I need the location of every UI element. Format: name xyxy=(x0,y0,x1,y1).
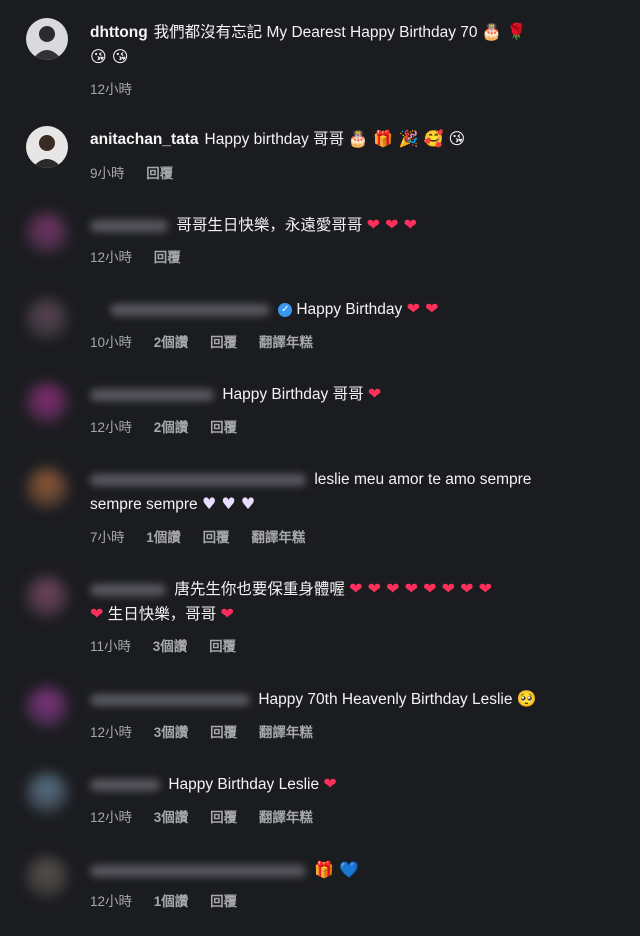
avatar[interactable] xyxy=(26,298,68,340)
translate-button[interactable]: 翻譯年糕 xyxy=(259,725,313,740)
comment-text: ✓ Happy Birthday ❤ ❤ xyxy=(90,297,620,322)
avatar[interactable] xyxy=(26,212,68,254)
like-count[interactable]: 3個讚 xyxy=(153,639,188,654)
comment-text: Happy 70th Heavenly Birthday Leslie 🥺 xyxy=(90,687,620,712)
blurred-username xyxy=(90,219,168,232)
comment-body: 唐先生你也要保重身體喔 xyxy=(174,581,345,598)
username[interactable]: anitachan_tata xyxy=(90,131,199,148)
like-count[interactable]: 3個讚 xyxy=(154,725,189,740)
timestamp: 10小時 xyxy=(90,335,133,350)
gift-icon: 🎁 💙 xyxy=(314,860,360,879)
white-heart-icon: ♥ ♥ ♥ xyxy=(202,494,256,513)
comment-body-cont: sempre sempre xyxy=(90,496,198,513)
blurred-username xyxy=(90,473,306,486)
reply-button[interactable]: 回覆 xyxy=(210,335,237,350)
comment-meta: 12小時 1個讚 回覆 xyxy=(90,890,255,910)
translate-button[interactable]: 翻譯年糕 xyxy=(251,530,305,545)
avatar[interactable] xyxy=(26,467,68,509)
like-count[interactable]: 2個讚 xyxy=(154,335,189,350)
like-count[interactable]: 3個讚 xyxy=(154,810,189,825)
avatar[interactable] xyxy=(26,126,68,168)
blurred-username xyxy=(90,864,306,877)
comment-meta: 10小時 2個讚 回覆 翻譯年糕 xyxy=(90,331,331,351)
comment-meta: 11小時 3個讚 回覆 xyxy=(90,635,254,655)
timestamp: 12小時 xyxy=(90,250,133,265)
timestamp: 7小時 xyxy=(90,530,125,545)
reply-button[interactable]: 回覆 xyxy=(210,810,237,825)
blurred-username xyxy=(90,583,166,596)
reply-button[interactable]: 回覆 xyxy=(146,166,173,181)
heart-icon: ❤ xyxy=(220,604,234,623)
comment-text: leslie meu amor te amo sempre sempre sem… xyxy=(90,468,620,517)
comment-text: Happy Birthday Leslie ❤ xyxy=(90,772,620,797)
comment-body: 我們都沒有忘記 My Dearest Happy Birthday 70 xyxy=(153,24,478,41)
blurred-username xyxy=(110,303,270,316)
reply-button[interactable]: 回覆 xyxy=(210,894,237,909)
timestamp: 12小時 xyxy=(90,894,133,909)
comment-text: 🎁 💙 xyxy=(90,858,620,883)
pleading-face-icon: 🥺 xyxy=(516,689,537,708)
timestamp: 11小時 xyxy=(90,639,132,654)
heart-icon: ❤ xyxy=(367,384,382,403)
comment-meta: 9小時 回覆 xyxy=(90,162,191,182)
avatar[interactable] xyxy=(26,18,68,60)
comment-body-cont: 生日快樂，哥哥 xyxy=(107,606,217,623)
cake-icon: 🎂 🌹 xyxy=(481,22,527,41)
heart-icon: ❤ xyxy=(90,604,104,623)
heart-icon: ❤ ❤ xyxy=(406,299,439,318)
comment-body: Happy birthday 哥哥 xyxy=(204,131,345,148)
avatar[interactable] xyxy=(26,686,68,728)
translate-button[interactable]: 翻譯年糕 xyxy=(259,335,313,350)
avatar[interactable] xyxy=(26,576,68,618)
heart-icon: ❤ ❤ ❤ xyxy=(366,215,418,234)
comment-body: Happy Birthday Leslie xyxy=(168,776,320,793)
reply-button[interactable]: 回覆 xyxy=(154,250,181,265)
timestamp: 12小時 xyxy=(90,82,133,97)
heart-icon: ❤ xyxy=(323,774,337,793)
comment-body: Happy 70th Heavenly Birthday Leslie xyxy=(258,691,513,708)
blurred-username xyxy=(90,778,160,791)
reply-button[interactable]: 回覆 xyxy=(210,725,237,740)
comment-text: 哥哥生日快樂，永遠愛哥哥 ❤ ❤ ❤ xyxy=(90,213,620,238)
heart-icon: ❤ ❤ ❤ ❤ ❤ ❤ ❤ ❤ xyxy=(349,579,492,598)
comment-body: Happy Birthday 哥哥 xyxy=(222,386,364,403)
reply-button[interactable]: 回覆 xyxy=(203,530,230,545)
comment-meta: 12小時 2個讚 回覆 xyxy=(90,416,255,436)
translate-button[interactable]: 翻譯年糕 xyxy=(259,810,313,825)
kiss-emoji-icon: 😘 😘 xyxy=(90,47,129,66)
comment-meta: 12小時 3個讚 回覆 翻譯年糕 xyxy=(90,721,331,741)
username[interactable]: dhttong xyxy=(90,24,148,41)
comment-body: 哥哥生日快樂，永遠愛哥哥 xyxy=(176,217,363,234)
timestamp: 12小時 xyxy=(90,420,133,435)
avatar[interactable] xyxy=(26,856,68,898)
blurred-username xyxy=(90,693,250,706)
comment-body: leslie meu amor te amo sempre xyxy=(314,471,532,488)
blurred-username xyxy=(90,388,214,401)
timestamp: 12小時 xyxy=(90,810,133,825)
comment-meta: 12小時 xyxy=(90,78,150,98)
comment-meta: 12小時 回覆 xyxy=(90,246,199,266)
timestamp: 12小時 xyxy=(90,725,133,740)
party-emoji-icon: 🎂 🎁 🎉 🥰 😘 xyxy=(348,129,466,148)
verified-icon: ✓ xyxy=(278,302,293,317)
comment-text: Happy Birthday 哥哥 ❤ xyxy=(90,382,620,407)
like-count[interactable]: 1個讚 xyxy=(146,530,181,545)
comment-text: 唐先生你也要保重身體喔 ❤ ❤ ❤ ❤ ❤ ❤ ❤ ❤ ❤ 生日快樂，哥哥 ❤ xyxy=(90,577,620,627)
comment-text: anitachan_tata Happy birthday 哥哥 🎂 🎁 🎉 🥰 … xyxy=(90,127,620,152)
comment-meta: 12小時 3個讚 回覆 翻譯年糕 xyxy=(90,806,331,826)
comment-text: dhttong 我們都沒有忘記 My Dearest Happy Birthday… xyxy=(90,20,620,70)
avatar[interactable] xyxy=(26,382,68,424)
reply-button[interactable]: 回覆 xyxy=(209,639,236,654)
comment-meta: 7小時 1個讚 回覆 翻譯年糕 xyxy=(90,526,323,546)
timestamp: 9小時 xyxy=(90,166,125,181)
avatar[interactable] xyxy=(26,772,68,814)
reply-button[interactable]: 回覆 xyxy=(210,420,237,435)
like-count[interactable]: 2個讚 xyxy=(154,420,189,435)
like-count[interactable]: 1個讚 xyxy=(154,894,189,909)
comment-body: Happy Birthday xyxy=(296,301,403,318)
